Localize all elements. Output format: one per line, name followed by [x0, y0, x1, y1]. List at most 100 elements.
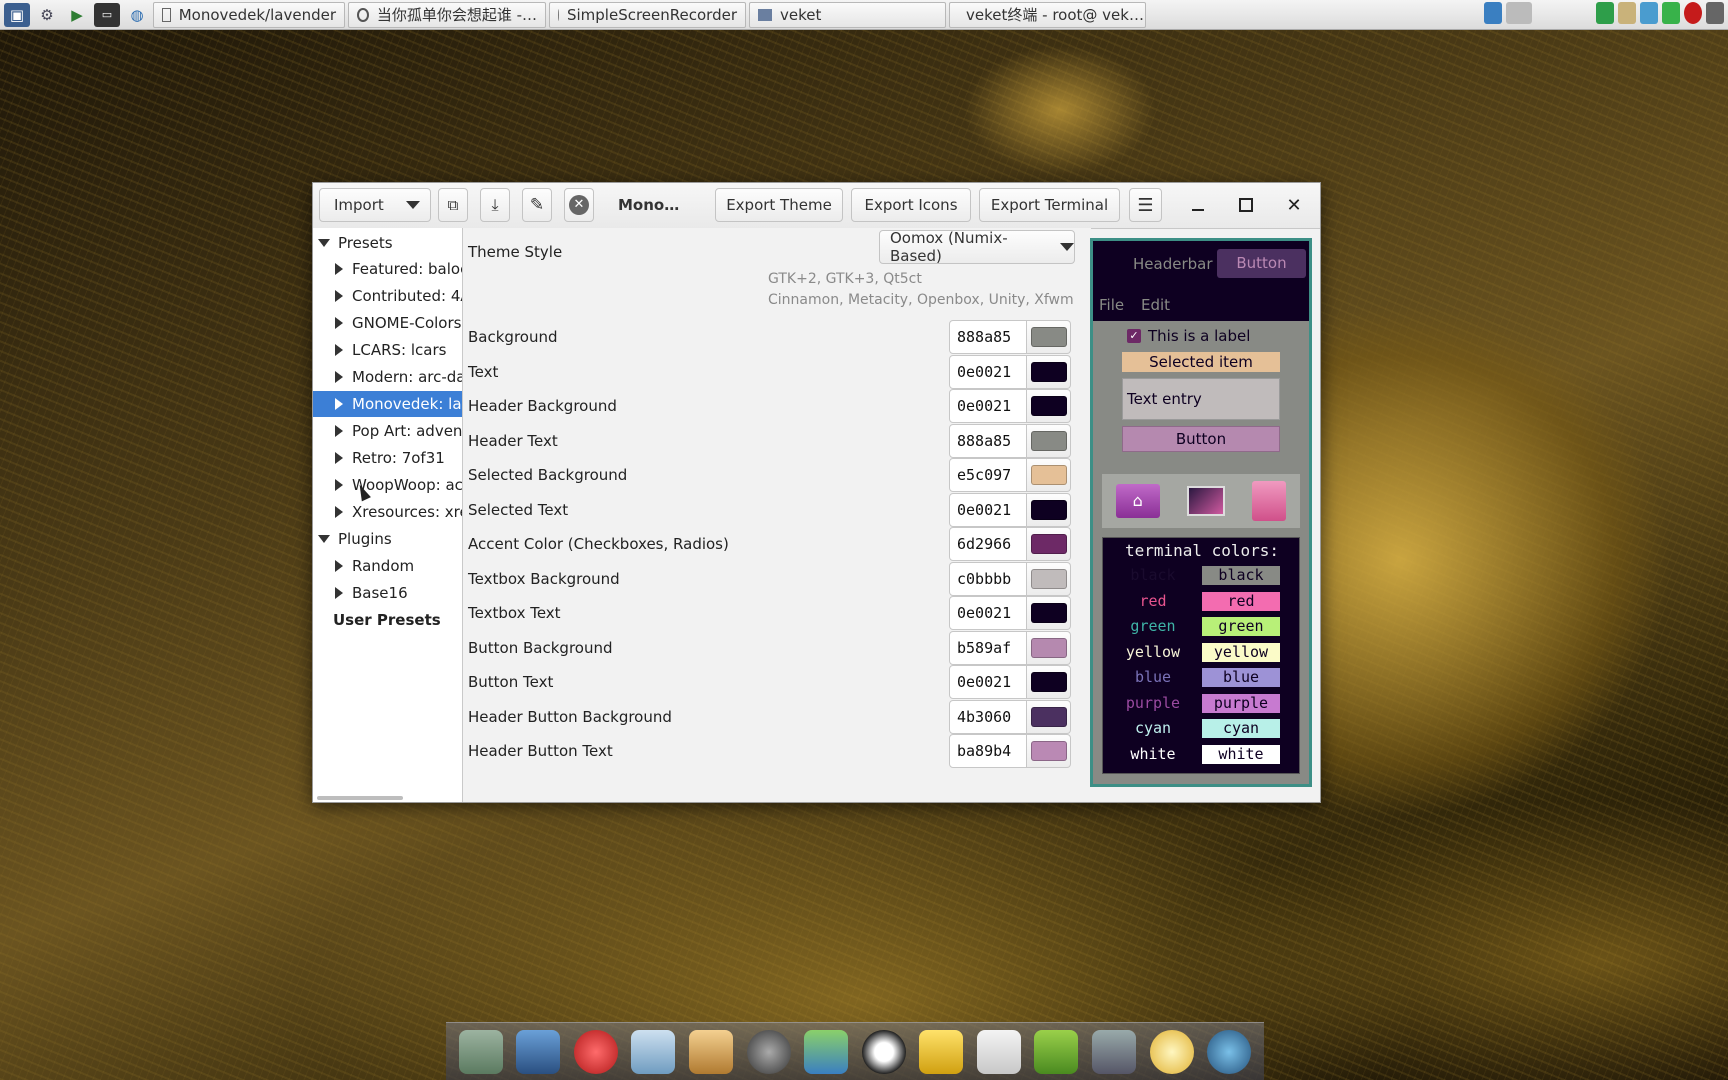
maximize-button[interactable]	[1231, 191, 1261, 219]
preset-lcars[interactable]: LCARS: lcars	[313, 337, 462, 363]
plugin-random[interactable]: Random	[313, 553, 462, 579]
record-status-icon[interactable]	[1684, 2, 1702, 24]
export-theme-button[interactable]: Export Theme	[715, 188, 843, 222]
color-hex-input[interactable]: 0e0021	[949, 354, 1027, 389]
preset-woopwoop[interactable]: WoopWoop: aci	[313, 472, 462, 498]
preview-text-entry[interactable]: Text entry	[1122, 378, 1280, 420]
settings-icon[interactable]: ⚙	[34, 3, 60, 27]
preset-xresources[interactable]: Xresources: xre	[313, 499, 462, 525]
clipboard-icon[interactable]	[1618, 2, 1636, 24]
color-hex-input[interactable]: 6d2966	[949, 527, 1027, 561]
preview-menu-file[interactable]: File	[1099, 296, 1124, 314]
terminal-icon[interactable]: ▭	[94, 2, 120, 27]
notes-icon[interactable]	[919, 1029, 964, 1074]
preview-checkbox[interactable]: ✓	[1127, 329, 1141, 343]
network-icon[interactable]	[1640, 2, 1658, 24]
preview-button[interactable]: Button	[1122, 426, 1280, 452]
color-hex-input[interactable]: 0e0021	[949, 596, 1027, 630]
play-icon[interactable]: ▶	[64, 3, 90, 27]
preview-selected-item[interactable]: Selected item	[1122, 352, 1280, 372]
expanded-arrow-icon	[318, 239, 330, 247]
collapsed-arrow-icon	[335, 290, 343, 302]
color-hex-input[interactable]: 888a85	[949, 423, 1027, 458]
presets-group[interactable]: Presets	[313, 230, 462, 256]
color-option-label: Selected Text	[468, 500, 569, 519]
task-screen-recorder[interactable]: SimpleScreenRecorder	[549, 1, 746, 28]
truck-icon[interactable]	[1091, 1029, 1136, 1074]
file-manager-icon[interactable]	[458, 1029, 503, 1074]
color-picker-button[interactable]	[1027, 561, 1071, 596]
color-picker-button[interactable]	[1027, 320, 1071, 354]
color-hex-input[interactable]: 0e0021	[949, 665, 1027, 699]
color-picker-button[interactable]	[1027, 423, 1071, 458]
weather-icon[interactable]	[1149, 1029, 1194, 1074]
color-picker-button[interactable]	[1027, 630, 1071, 665]
color-picker-button[interactable]	[1027, 596, 1071, 630]
penguin-icon[interactable]	[861, 1029, 906, 1074]
browser-icon[interactable]: ◍	[124, 3, 150, 27]
color-picker-button[interactable]	[1027, 665, 1071, 699]
minimize-button[interactable]	[1183, 191, 1213, 219]
color-picker-button[interactable]	[1027, 458, 1071, 492]
clone-button[interactable]: ⧉	[438, 188, 468, 222]
export-icons-button[interactable]: Export Icons	[851, 188, 971, 222]
window-switch-icon[interactable]	[1506, 2, 1532, 24]
color-picker-button[interactable]	[1027, 527, 1071, 561]
app-menu-icon[interactable]: ▣	[4, 2, 30, 27]
chart-icon[interactable]	[976, 1029, 1021, 1074]
media-player-icon[interactable]	[746, 1029, 791, 1074]
color-hex-input[interactable]: ba89b4	[949, 734, 1027, 768]
preset-pop-art[interactable]: Pop Art: advent	[313, 418, 462, 444]
plugins-group[interactable]: Plugins	[313, 526, 462, 552]
task-terminal[interactable]: veket终端 - root@ vek…	[949, 1, 1146, 28]
network-icon[interactable]	[804, 1029, 849, 1074]
tools-icon[interactable]	[1034, 1029, 1079, 1074]
color-hex-input[interactable]: 4b3060	[949, 699, 1027, 734]
export-terminal-button[interactable]: Export Terminal	[979, 188, 1120, 222]
remove-button[interactable]: ✕	[564, 188, 594, 222]
preset-modern[interactable]: Modern: arc-dar	[313, 364, 462, 390]
color-picker-button[interactable]	[1027, 354, 1071, 389]
preset-monovedek[interactable]: Monovedek: lav	[313, 391, 462, 417]
paint-icon[interactable]	[689, 1029, 734, 1074]
color-picker-button[interactable]	[1027, 699, 1071, 734]
notebook-icon[interactable]	[631, 1029, 676, 1074]
sidebar-scrollbar[interactable]	[317, 796, 403, 800]
task-veket[interactable]: veket	[749, 1, 946, 28]
menu-button[interactable]: ☰	[1129, 188, 1162, 222]
color-option-label: Textbox Text	[468, 604, 561, 622]
close-button[interactable]: ✕	[1279, 191, 1309, 219]
battery-icon[interactable]	[1662, 2, 1680, 24]
task-music[interactable]: 当你孤单你会想起谁 -…	[348, 1, 546, 28]
preset-retro[interactable]: Retro: 7of31	[313, 445, 462, 471]
mascot-icon[interactable]	[573, 1029, 618, 1074]
plugin-base16[interactable]: Base16	[313, 580, 462, 606]
save-button[interactable]: ⤓	[480, 188, 510, 222]
preview-headerbar-button[interactable]: Button	[1217, 249, 1306, 278]
color-hex-input[interactable]: 0e0021	[949, 389, 1027, 423]
preview-menu-edit[interactable]: Edit	[1141, 296, 1170, 314]
user-presets-group[interactable]: User Presets	[313, 607, 462, 633]
preset-contributed[interactable]: Contributed: 4A	[313, 283, 462, 309]
color-hex-input[interactable]: b589af	[949, 630, 1027, 665]
preset-featured[interactable]: Featured: baloc	[313, 256, 462, 282]
monitor-icon[interactable]	[516, 1029, 561, 1074]
color-hex-input[interactable]: e5c097	[949, 458, 1027, 492]
import-button[interactable]: Import	[319, 188, 431, 222]
color-hex-input[interactable]: 0e0021	[949, 492, 1027, 527]
color-option-label: Text	[468, 362, 499, 381]
file-cabinet-icon	[1252, 481, 1287, 521]
color-hex-input[interactable]: 888a85	[949, 320, 1027, 354]
theme-style-dropdown[interactable]: Oomox (Numix-Based)	[879, 229, 1075, 265]
shield-icon[interactable]	[1596, 2, 1614, 24]
monitor-icon[interactable]	[1484, 2, 1502, 24]
preset-gnome-colors[interactable]: GNOME-Colors:	[313, 310, 462, 336]
rename-button[interactable]: ✎	[522, 188, 552, 222]
color-picker-button[interactable]	[1027, 492, 1071, 527]
globe-icon[interactable]	[1207, 1029, 1252, 1074]
volume-icon[interactable]	[1706, 2, 1724, 24]
color-picker-button[interactable]	[1027, 389, 1071, 423]
task-lavender[interactable]: Monovedek/lavender	[153, 1, 345, 28]
color-hex-input[interactable]: c0bbbb	[949, 561, 1027, 596]
color-picker-button[interactable]	[1027, 734, 1071, 768]
